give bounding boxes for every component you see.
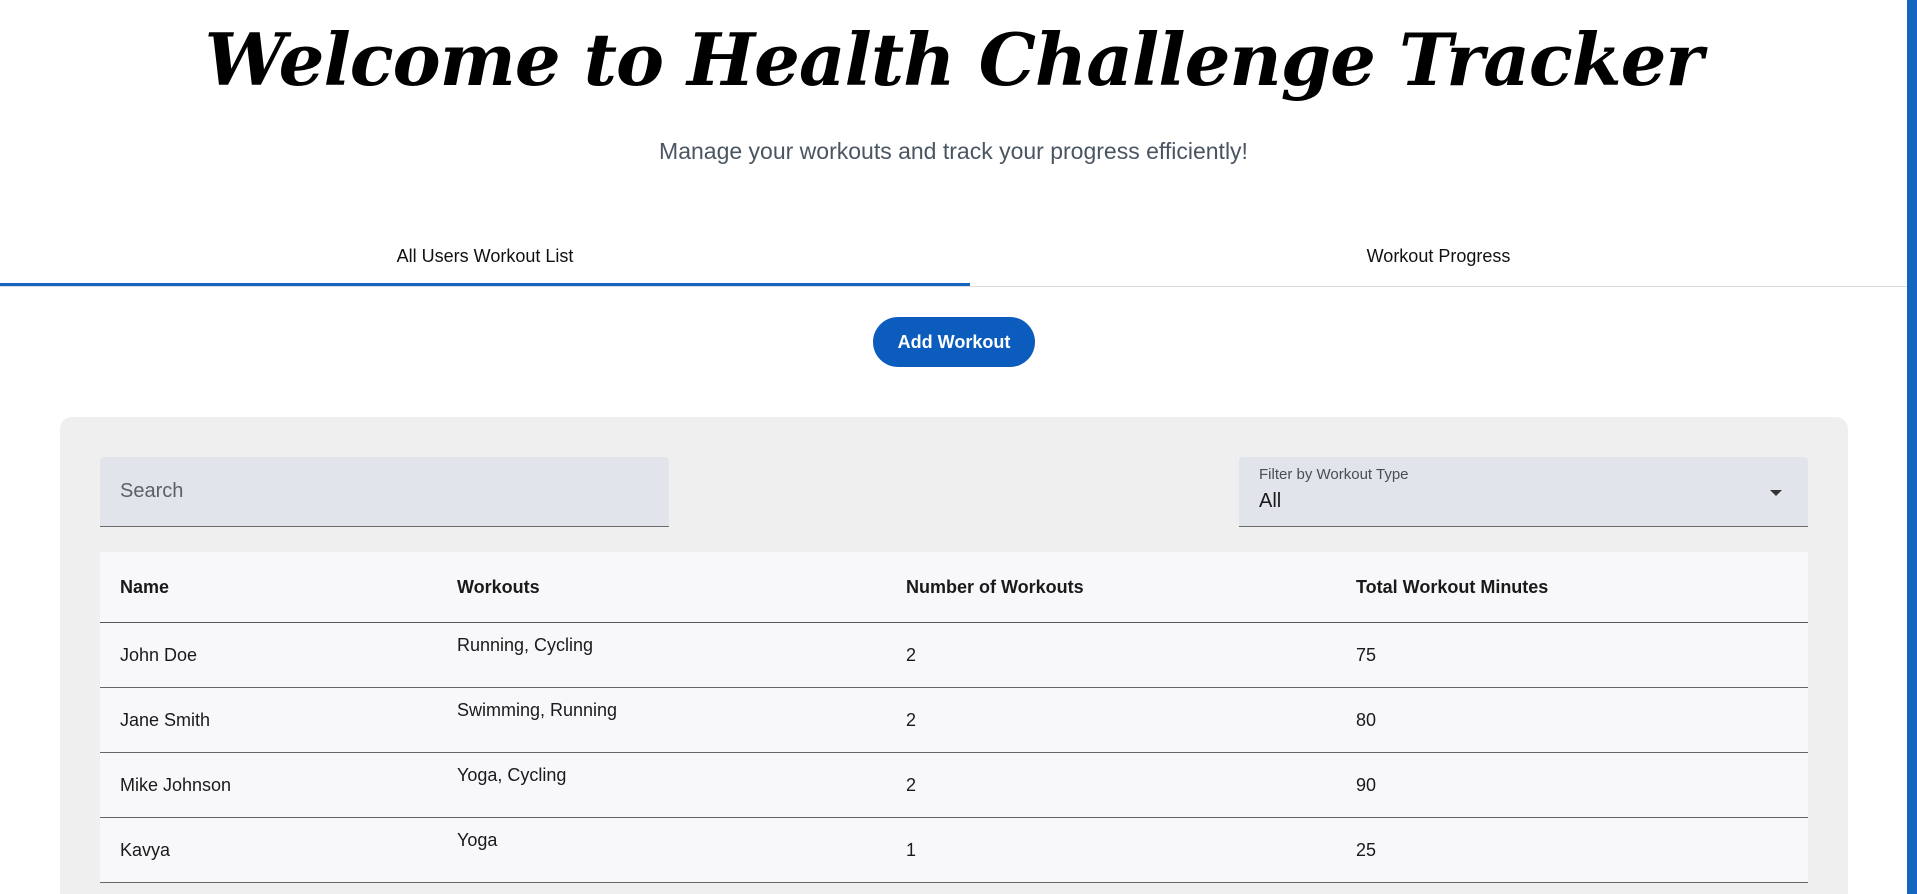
page: Welcome to Health Challenge Tracker Mana… xyxy=(0,0,1917,894)
cell-workout-count: 2 xyxy=(906,709,917,730)
cell-workout-count: 2 xyxy=(906,774,917,795)
dropdown-arrow-icon[interactable] xyxy=(1770,490,1782,496)
vertical-scrollbar[interactable] xyxy=(1907,0,1917,894)
column-header-workouts[interactable]: Workouts xyxy=(457,552,540,622)
cell-name: Jane Smith xyxy=(120,709,211,730)
search-input[interactable] xyxy=(100,457,669,527)
column-header-number-of-workouts[interactable]: Number of Workouts xyxy=(906,552,1084,622)
table-row: John Doe Running, Cycling 2 75 xyxy=(100,623,1808,688)
cell-workout-minutes: 80 xyxy=(1356,709,1377,730)
tab-workout-progress[interactable]: Workout Progress xyxy=(970,228,1907,285)
workout-table: Name Workouts Number of Workouts Total W… xyxy=(100,552,1808,883)
table-header-row: Name Workouts Number of Workouts Total W… xyxy=(100,552,1808,623)
page-title: Welcome to Health Challenge Tracker xyxy=(204,17,1704,102)
workout-type-filter[interactable]: Filter by Workout Type All xyxy=(1239,457,1808,527)
cell-workouts: Yoga, Cycling xyxy=(457,765,567,785)
cell-workouts: Swimming, Running xyxy=(457,700,618,720)
tab-all-users-workout-list[interactable]: All Users Workout List xyxy=(0,228,970,286)
cell-workout-minutes: 75 xyxy=(1356,644,1377,665)
cell-name: Mike Johnson xyxy=(120,774,232,795)
cell-workout-minutes: 25 xyxy=(1356,839,1377,860)
column-header-total-workout-minutes[interactable]: Total Workout Minutes xyxy=(1356,552,1548,622)
cell-workout-count: 2 xyxy=(906,644,917,665)
table-row: Kavya Yoga 1 25 xyxy=(100,818,1808,883)
tab-bar: All Users Workout List Workout Progress xyxy=(0,228,1907,287)
table-row: Mike Johnson Yoga, Cycling 2 90 xyxy=(100,753,1808,818)
workout-type-filter-label: Filter by Workout Type xyxy=(1259,466,1409,483)
workout-list-panel: Filter by Workout Type All Name Workouts… xyxy=(60,417,1848,894)
column-header-name[interactable]: Name xyxy=(120,552,169,622)
table-row: Jane Smith Swimming, Running 2 80 xyxy=(100,688,1808,753)
add-workout-button[interactable]: Add Workout xyxy=(873,317,1035,367)
cell-workout-count: 1 xyxy=(906,839,917,860)
cell-name: Kavya xyxy=(120,839,171,860)
cell-workouts: Yoga xyxy=(457,830,498,850)
cell-workout-minutes: 90 xyxy=(1356,774,1377,795)
cell-workouts: Running, Cycling xyxy=(457,635,594,655)
page-subtitle: Manage your workouts and track your prog… xyxy=(659,138,1248,164)
app-content: Welcome to Health Challenge Tracker Mana… xyxy=(0,0,1907,894)
cell-name: John Doe xyxy=(120,644,198,665)
workout-type-filter-value: All xyxy=(1259,490,1282,512)
